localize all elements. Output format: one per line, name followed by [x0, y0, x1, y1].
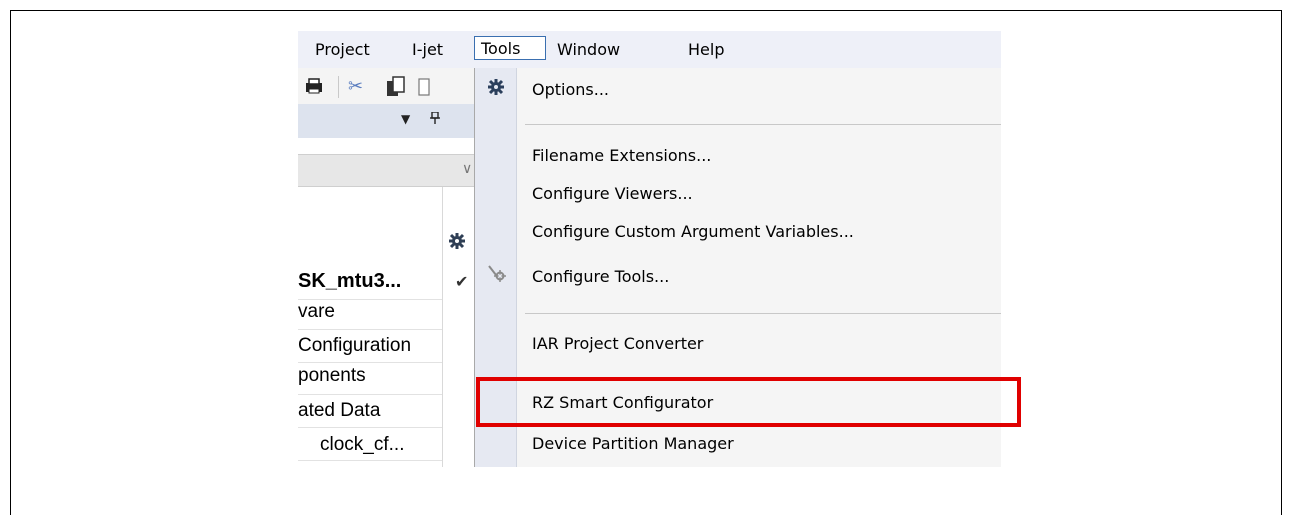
menu-window[interactable]: Window — [557, 37, 620, 62]
toolbar-divider — [338, 76, 339, 98]
tree-row[interactable]: Configuration — [298, 330, 442, 363]
menu-item-configure-viewers[interactable]: Configure Viewers... — [532, 181, 693, 207]
menu-item-device-partition-manager[interactable]: Device Partition Manager — [532, 431, 734, 457]
tree-row-label: ated Data — [298, 400, 381, 421]
menu-separator — [525, 124, 1001, 125]
cut-icon[interactable]: ✂ — [348, 76, 363, 97]
menu-project[interactable]: Project — [315, 37, 370, 62]
copy-icon[interactable] — [386, 76, 406, 103]
tree-row-label: clock_cf... — [320, 434, 405, 455]
menu-help[interactable]: Help — [688, 37, 724, 62]
tree-row-project[interactable]: SK_mtu3... — [298, 267, 442, 300]
menu-bar: Project I-jet Tools Window Help — [298, 31, 1001, 68]
menu-item-configure-tools[interactable]: Configure Tools... — [532, 264, 669, 290]
menu-item-configure-custom-argument-variables[interactable]: Configure Custom Argument Variables... — [532, 219, 854, 245]
tree-column-divider — [442, 187, 443, 467]
highlight-box — [476, 377, 1021, 427]
gear-icon — [487, 78, 505, 101]
pin-icon[interactable] — [430, 111, 440, 127]
settings-gear-icon[interactable] — [448, 232, 466, 255]
tools-icon — [487, 264, 507, 287]
workspace-pane-header: ▼ — [298, 104, 478, 138]
menu-separator — [525, 313, 1001, 314]
checkmark-icon: ✔ — [455, 272, 469, 291]
toolbar: ✂ — [298, 68, 478, 104]
tree-row[interactable]: ated Data — [298, 395, 442, 428]
tree-row-label: SK_mtu3... — [298, 270, 402, 292]
workspace-tree: SK_mtu3... ✔ vare Configuration ponents … — [298, 187, 478, 467]
tree-row[interactable]: vare — [298, 300, 442, 330]
menu-item-iar-project-converter[interactable]: IAR Project Converter — [532, 331, 703, 357]
paste-icon[interactable] — [418, 76, 430, 103]
tree-row[interactable]: ponents — [298, 363, 442, 395]
print-icon[interactable] — [304, 76, 324, 101]
menu-ijet[interactable]: I-jet — [412, 37, 443, 62]
menu-item-options[interactable]: Options... — [532, 77, 609, 103]
tree-row-label: vare — [298, 301, 335, 322]
menu-tools[interactable]: Tools — [474, 36, 546, 60]
tree-row[interactable]: clock_cf... — [298, 428, 442, 461]
configuration-combo[interactable]: ∨ — [298, 154, 478, 187]
tree-row-label: Configuration — [298, 335, 412, 356]
pane-dropdown-icon[interactable]: ▼ — [401, 112, 410, 126]
tree-row-label: ponents — [298, 365, 366, 386]
menu-item-filename-extensions[interactable]: Filename Extensions... — [532, 143, 711, 169]
chevron-down-icon: ∨ — [462, 161, 473, 177]
